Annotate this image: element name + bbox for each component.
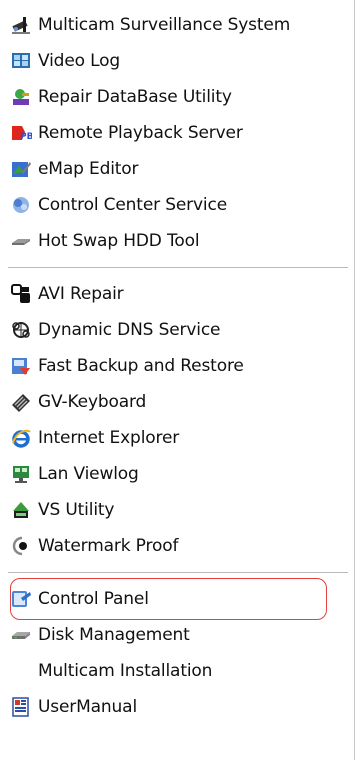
menu-item-label: Lan Viewlog [38, 464, 139, 484]
menu-item-label: Fast Backup and Restore [38, 356, 244, 376]
menu-item-label: Control Panel [38, 589, 149, 609]
menu-item-label: Repair DataBase Utility [38, 87, 232, 107]
menu-item-dynamic-dns-service[interactable]: Dynamic DNS Service [0, 312, 354, 348]
disk-management-icon [10, 624, 32, 646]
start-menu: Multicam Surveillance System Video Log R… [0, 0, 355, 760]
hot-swap-hdd-icon [10, 230, 32, 252]
menu-item-label: Dynamic DNS Service [38, 320, 221, 340]
menu-item-emap-editor[interactable]: eMap Editor [0, 151, 354, 187]
menu-item-vs-utility[interactable]: VS Utility [0, 492, 354, 528]
internet-explorer-icon [10, 427, 32, 449]
menu-item-label: UserManual [38, 697, 138, 717]
surveillance-system-icon [10, 14, 32, 36]
avi-repair-icon [10, 283, 32, 305]
menu-item-label: Multicam Installation [38, 661, 213, 681]
menu-item-label: GV-Keyboard [38, 392, 147, 412]
video-log-icon [10, 50, 32, 72]
menu-item-control-panel[interactable]: Control Panel [0, 581, 354, 617]
menu-item-fast-backup-and-restore[interactable]: Fast Backup and Restore [0, 348, 354, 384]
emap-editor-icon [10, 158, 32, 180]
dynamic-dns-icon [10, 319, 32, 341]
menu-item-video-log[interactable]: Video Log [0, 43, 354, 79]
menu-item-label: eMap Editor [38, 159, 139, 179]
menu-group-utilities: AVI Repair Dynamic DNS Service Fast Back… [0, 276, 354, 564]
menu-item-label: AVI Repair [38, 284, 124, 304]
watermark-proof-icon [10, 535, 32, 557]
keyboard-icon [10, 391, 32, 413]
control-panel-icon [10, 588, 32, 610]
repair-database-icon [10, 86, 32, 108]
menu-item-label: Watermark Proof [38, 536, 179, 556]
menu-item-hot-swap-hdd-tool[interactable]: Hot Swap HDD Tool [0, 223, 354, 259]
menu-item-control-center-service[interactable]: Control Center Service [0, 187, 354, 223]
menu-item-label: Control Center Service [38, 195, 228, 215]
remote-playback-icon: PB [10, 122, 32, 144]
fast-backup-icon [10, 355, 32, 377]
menu-separator [8, 267, 348, 268]
menu-item-multicam-installation[interactable]: Multicam Installation [0, 653, 354, 689]
menu-separator [8, 572, 348, 573]
menu-item-label: Video Log [38, 51, 121, 71]
menu-item-label: Hot Swap HDD Tool [38, 231, 200, 251]
menu-item-label: Disk Management [38, 625, 190, 645]
menu-item-label: VS Utility [38, 500, 115, 520]
lan-viewlog-icon [10, 463, 32, 485]
menu-item-label: Remote Playback Server [38, 123, 243, 143]
menu-item-multicam-surveillance-system[interactable]: Multicam Surveillance System [0, 7, 354, 43]
vs-utility-icon [10, 499, 32, 521]
menu-item-disk-management[interactable]: Disk Management [0, 617, 354, 653]
menu-item-watermark-proof[interactable]: Watermark Proof [0, 528, 354, 564]
menu-group-applications: Multicam Surveillance System Video Log R… [0, 0, 354, 259]
menu-item-remote-playback-server[interactable]: PB Remote Playback Server [0, 115, 354, 151]
blank-icon [10, 660, 32, 682]
menu-item-gv-keyboard[interactable]: GV-Keyboard [0, 384, 354, 420]
menu-item-avi-repair[interactable]: AVI Repair [0, 276, 354, 312]
menu-item-internet-explorer[interactable]: Internet Explorer [0, 420, 354, 456]
user-manual-icon [10, 696, 32, 718]
menu-item-usermanual[interactable]: UserManual [0, 689, 354, 725]
menu-item-label: Internet Explorer [38, 428, 180, 448]
svg-text:PB: PB [20, 132, 32, 142]
menu-item-repair-database-utility[interactable]: Repair DataBase Utility [0, 79, 354, 115]
menu-item-label: Multicam Surveillance System [38, 15, 291, 35]
menu-item-lan-viewlog[interactable]: Lan Viewlog [0, 456, 354, 492]
control-center-icon [10, 194, 32, 216]
menu-group-system: Control Panel Disk Management Multicam I… [0, 578, 354, 725]
